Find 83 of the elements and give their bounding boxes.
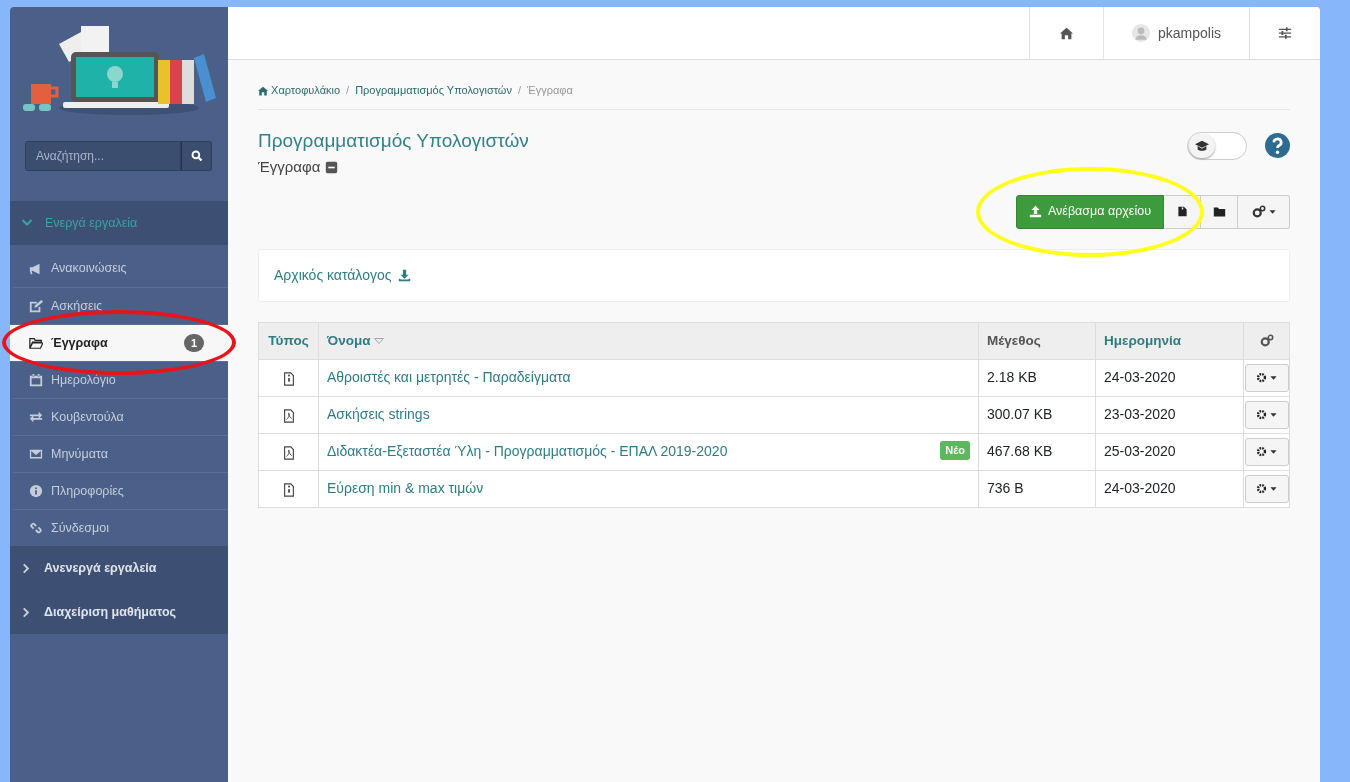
- breadcrumb-link[interactable]: Χαρτοφυλάκιο: [258, 82, 341, 99]
- table-cell: 300.07 KB: [978, 396, 1096, 434]
- help-icon[interactable]: [1265, 133, 1290, 158]
- user-menu[interactable]: pkampolis: [1102, 7, 1249, 59]
- section-subtitle: Έγγραφα: [258, 157, 321, 178]
- megaphone-icon: [29, 261, 43, 276]
- table-cell: 2.18 KB: [978, 359, 1096, 397]
- caret-icon: [1270, 411, 1277, 419]
- file-link[interactable]: Εύρεση min & max τιμών: [327, 480, 484, 497]
- gear-icon: [1256, 483, 1267, 495]
- new-folder-button[interactable]: [1201, 194, 1238, 229]
- breadcrumb-separator: /: [346, 83, 350, 98]
- breadcrumb-link[interactable]: Προγραμματισμός Υπολογιστών: [355, 82, 512, 99]
- edit-icon: [29, 299, 43, 313]
- column-header[interactable]: Ημερομηνία: [1095, 322, 1244, 360]
- breadcrumb-separator: /: [517, 83, 521, 98]
- table-cell: 736 B: [978, 470, 1096, 508]
- page-title: Προγραμματισμός Υπολογιστών: [258, 129, 529, 153]
- count-badge: 1: [183, 333, 204, 353]
- breadcrumb-current: Έγγραφα: [527, 83, 573, 98]
- column-header[interactable]: Μέγεθος: [978, 322, 1096, 360]
- graduation-cap-icon: [1195, 138, 1209, 153]
- column-header[interactable]: Όνομα: [318, 322, 979, 360]
- arrows-icon: [29, 410, 43, 424]
- table-cell: 24-03-2020: [1095, 359, 1244, 397]
- folder-icon: [1212, 205, 1226, 219]
- section-header[interactable]: Διαχείριση μαθήματος: [10, 590, 228, 634]
- info-icon: [29, 484, 43, 498]
- gears-icon: [1251, 204, 1266, 219]
- file-icon: [1176, 205, 1188, 219]
- gear-icon: [1256, 446, 1267, 458]
- pdf-file-icon: [281, 445, 296, 460]
- file-link[interactable]: Διδακτέα-Εξεταστέα Ύλη - Προγραμματισμός - ΕΠΑΛ 2019-2020: [327, 443, 728, 460]
- new-file-button[interactable]: [1164, 194, 1201, 229]
- avatar-icon: [1131, 24, 1150, 42]
- search-field[interactable]: Αναζήτηση...: [25, 141, 181, 171]
- section-header[interactable]: Ανενεργά εργαλεία: [10, 546, 228, 590]
- gear-icon: [1256, 372, 1267, 384]
- table-cell: 24-03-2020: [1095, 470, 1244, 508]
- caret-icon: [1270, 374, 1277, 382]
- row-actions-button[interactable]: [1244, 437, 1289, 466]
- sidebar-item[interactable]: Πληροφορίες: [13, 472, 228, 509]
- options-dropdown[interactable]: [1238, 194, 1290, 229]
- upload-button[interactable]: Ανέβασμα αρχείου: [1016, 194, 1164, 229]
- home-icon: [1059, 26, 1073, 40]
- caret-icon: [1270, 448, 1277, 456]
- root-folder-link[interactable]: Αρχικός κατάλογος: [274, 264, 392, 286]
- chevron-right-icon: [21, 562, 32, 574]
- view-toggle[interactable]: [1187, 131, 1247, 160]
- upload-icon: [1029, 205, 1042, 219]
- chevron-right-icon: [21, 606, 32, 618]
- archive-file-icon: [281, 371, 296, 386]
- caret-icon: [1268, 208, 1276, 216]
- archive-file-icon: [281, 482, 296, 497]
- home-icon: [258, 86, 268, 97]
- section-header[interactable]: Ενεργά εργαλεία: [10, 201, 228, 245]
- table-cell: 25-03-2020: [1095, 433, 1244, 471]
- sort-icon: [374, 336, 385, 347]
- file-link[interactable]: Ασκήσεις strings: [327, 406, 430, 423]
- row-actions-button[interactable]: [1244, 400, 1289, 429]
- envelope-icon: [29, 447, 43, 461]
- download-icon: [398, 268, 412, 282]
- collapse-icon: [325, 161, 339, 175]
- link-icon: [29, 521, 43, 535]
- calendar-icon: [29, 373, 43, 387]
- row-actions-button[interactable]: [1244, 363, 1289, 392]
- sidebar-item[interactable]: Έγγραφα 1: [10, 324, 228, 361]
- sidebar-item[interactable]: Ανακοινώσεις: [13, 250, 228, 287]
- chevron-down-icon: [21, 217, 33, 229]
- search-button[interactable]: [181, 141, 212, 171]
- new-badge: Νέο: [940, 441, 970, 460]
- gear-icon: [1256, 409, 1267, 421]
- column-header[interactable]: Τύπος: [258, 322, 319, 360]
- pdf-file-icon: [281, 408, 296, 423]
- search-icon: [190, 150, 203, 162]
- table-cell: 467.68 KB: [978, 433, 1096, 471]
- table-cell: 23-03-2020: [1095, 396, 1244, 434]
- file-link[interactable]: Αθροιστές και μετρητές - Παραδείγματα: [327, 369, 571, 386]
- folder-icon: [29, 336, 43, 350]
- gears-icon: [1259, 334, 1274, 349]
- caret-icon: [1270, 485, 1277, 493]
- row-actions-button[interactable]: [1244, 474, 1289, 503]
- sliders-icon: [1278, 26, 1292, 40]
